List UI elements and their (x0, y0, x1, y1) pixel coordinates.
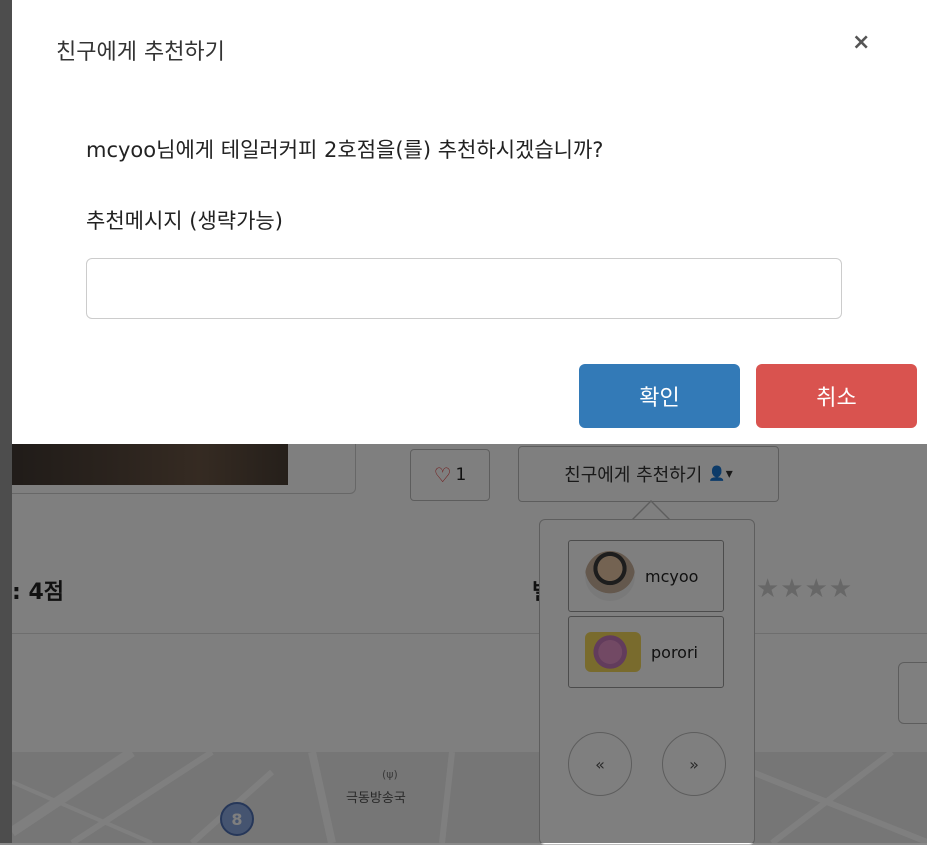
modal-header: 친구에게 추천하기 × (12, 0, 927, 90)
avatar (585, 632, 641, 672)
broadcast-icon: (ψ) (382, 768, 398, 781)
map-roads (12, 752, 927, 843)
person-icon: 👤▾ (708, 466, 733, 482)
friend-name: porori (651, 642, 698, 662)
map-place-label: 극동방송국 (346, 791, 406, 806)
friend-dropdown: mcyoo porori « » (539, 519, 755, 845)
close-icon[interactable]: × (852, 30, 870, 55)
friend-name: mcyoo (645, 566, 699, 586)
friend-item[interactable]: porori (568, 616, 724, 688)
avatar (585, 551, 635, 601)
divider (12, 633, 927, 634)
rating-stars: ★★★★ (756, 574, 854, 604)
recommend-modal: 친구에게 추천하기 × mcyoo님에게 테일러커피 2호점을(를) 추천하시겠… (12, 0, 927, 444)
map[interactable]: (ψ) 극동방송국 8 (12, 752, 927, 843)
heart-icon: ♡ (433, 463, 452, 487)
score-text: : 4점 (12, 580, 65, 605)
friend-item[interactable]: mcyoo (568, 540, 724, 612)
confirm-button[interactable]: 확인 (579, 364, 740, 428)
dropdown-arrow-inner (633, 502, 669, 520)
like-count: 1 (455, 465, 467, 485)
recommend-button-label: 친구에게 추천하기 (564, 465, 703, 486)
message-label: 추천메시지 (생략가능) (86, 209, 283, 233)
message-input[interactable] (86, 258, 842, 319)
left-edge (0, 0, 12, 843)
recommend-question: mcyoo님에게 테일러커피 2호점을(를) 추천하시겠습니까? (86, 138, 604, 162)
recommend-to-friend-button[interactable]: 친구에게 추천하기 👤▾ (518, 446, 779, 502)
map-marker[interactable]: 8 (220, 802, 254, 836)
like-button[interactable]: ♡ 1 (410, 449, 490, 501)
cancel-button[interactable]: 취소 (756, 364, 917, 428)
side-button[interactable] (898, 662, 927, 724)
prev-page-button[interactable]: « (568, 732, 632, 796)
modal-title: 친구에게 추천하기 (56, 40, 225, 65)
next-page-button[interactable]: » (662, 732, 726, 796)
